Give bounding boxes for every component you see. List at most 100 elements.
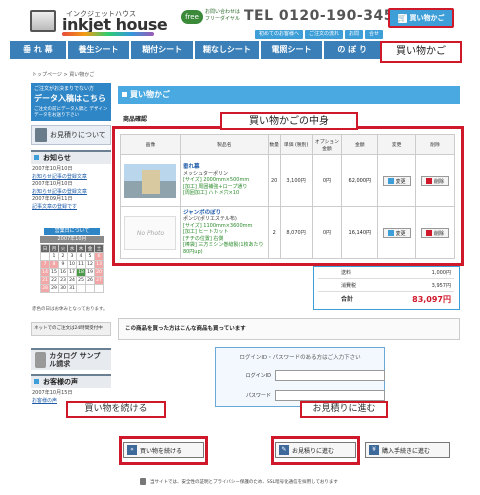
phone-number: TEL 0120-190-345: [244, 8, 394, 24]
calendar-month: 2007年10月: [40, 236, 104, 243]
product-thumbnail[interactable]: [124, 163, 177, 198]
cart-annotation: 買い物かご: [380, 41, 462, 63]
cal-cell: 30: [58, 284, 68, 293]
col-header-edit: 変更: [377, 134, 417, 155]
cal-cell: 9: [58, 260, 68, 269]
nav-tare-maku[interactable]: 垂 れ 幕: [10, 41, 66, 59]
product-spec: [棒袋] 三方ミシン巻縫製(1枚あたり80円up): [182, 242, 264, 255]
cal-cell: 7: [40, 260, 50, 269]
cal-cell: 25: [76, 276, 86, 285]
qty-cell: 2: [267, 206, 281, 259]
x-icon: [426, 230, 433, 236]
nav-nobori[interactable]: の ぼ り: [324, 41, 381, 59]
qty-cell: 20: [267, 154, 281, 207]
cal-cell: 11: [76, 260, 86, 269]
order-24h-banner[interactable]: ネットでのご注文は24時間受付中: [31, 322, 111, 336]
logo-icon[interactable]: [30, 10, 56, 32]
lock-icon: [140, 478, 146, 485]
cal-day-header: 月: [49, 244, 59, 253]
tax-value: 3,957円: [431, 283, 451, 289]
cart-header-button[interactable]: 🛒 買い物かご: [388, 8, 454, 28]
continue-shopping-label: 買い物を続ける: [140, 447, 183, 455]
cal-cell: 6: [94, 252, 104, 261]
total-row: 合計 83,097円: [318, 294, 454, 305]
also-bought-heading: この商品を買った方はこんな商品も買っています: [118, 318, 460, 340]
news-link[interactable]: お知らせ記事の登録文章: [32, 174, 112, 182]
banner-line3: ご注文の前にデータ入稿と デザインデータをお送り下さい: [34, 107, 108, 118]
cal-cell: 5: [85, 252, 95, 261]
quote-info-link[interactable]: お見積りについて: [31, 125, 111, 145]
proceed-quote-button[interactable]: ✎ お見積りに進む: [275, 442, 356, 458]
shipping-value: 1,000円: [431, 270, 451, 276]
total-label: 合計: [341, 296, 354, 303]
page-title: 買い物かご: [118, 86, 460, 104]
continue-shopping-annotation: 買い物を続ける: [66, 401, 166, 418]
continue-shopping-button[interactable]: « 買い物を続ける: [123, 442, 204, 458]
password-input[interactable]: [275, 389, 385, 401]
news-link[interactable]: お知らせ記事の登録文章: [32, 189, 112, 197]
nav-densho-sheet[interactable]: 電照シート: [260, 41, 323, 59]
cal-cell: 16: [58, 268, 68, 277]
news-date: 2007年10月10日: [32, 166, 73, 172]
business-calendar: 日 月 火 水 木 金 土 1 2 3 4 5 6 7 8 9 10 11 12…: [40, 244, 104, 293]
cal-cell: 17: [67, 268, 77, 277]
phone-label-line1: お問い合わせは: [205, 9, 241, 15]
cal-cell: 4: [76, 252, 86, 261]
cal-cell: 8: [49, 260, 59, 269]
quote-info-label: お見積りについて: [50, 131, 106, 139]
cal-cell: 29: [49, 284, 59, 293]
checkout-button[interactable]: ¥ 購入手続きに進む: [365, 442, 450, 458]
nav-norituke-sheet[interactable]: 糊付シート: [131, 41, 194, 59]
sublink-contact-2[interactable]: 合せ: [365, 30, 384, 39]
catalog-request-link[interactable]: カタログ サンプル請求: [31, 348, 111, 370]
edit-label: 変更: [395, 178, 406, 185]
table-row: 垂れ幕 メッシュターポリン [サイズ] 2000mm×500mm [加工] 周囲…: [120, 154, 455, 207]
amount-cell: 62,000円: [341, 154, 379, 207]
delete-button[interactable]: 削除: [421, 227, 450, 238]
free-dial-icon: free: [181, 10, 203, 24]
sublink-order-flow[interactable]: ご注文の流れ: [305, 30, 344, 39]
edit-button[interactable]: 変更: [382, 227, 411, 238]
shipping-label: 送料: [341, 270, 352, 276]
cal-cell: 12: [85, 260, 95, 269]
yen-icon: ¥: [369, 445, 379, 455]
cal-cell: 22: [49, 276, 59, 285]
header-sublinks: 初めてのお客様へ ご注文の流れ お問 合せ: [255, 30, 384, 39]
amount-cell: 16,140円: [341, 206, 379, 259]
unit-price-cell: 8,070円: [279, 206, 313, 259]
cal-cell: 10: [67, 260, 77, 269]
edit-button[interactable]: 変更: [382, 175, 411, 186]
cal-cell: 23: [58, 276, 68, 285]
data-upload-banner[interactable]: ご注文がお決まりでない方 データ入稿はこちら ご注文の前にデータ入稿と デザイン…: [31, 83, 111, 121]
cal-cell: 28: [40, 284, 50, 293]
news-link[interactable]: 記事文章の登録です: [32, 204, 112, 212]
col-header-delete: 削除: [415, 134, 455, 155]
sublink-contact-1[interactable]: お問: [345, 30, 364, 39]
col-header-image: 画像: [120, 134, 181, 155]
cal-cell: [40, 252, 50, 261]
login-title: ログインID・パスワードのある方はご入力下さい: [239, 355, 361, 361]
product-thumbnail[interactable]: No Photo: [124, 215, 177, 250]
delete-button[interactable]: 削除: [421, 175, 450, 186]
cal-cell: 18: [76, 268, 86, 277]
cal-cell: 14: [40, 268, 50, 277]
option-price-cell: 0円: [311, 206, 343, 259]
cal-cell: 27: [94, 276, 104, 285]
news-list: 2007年10月10日 お知らせ記事の登録文章 2007年10月10日 お知らせ…: [32, 166, 112, 211]
double-chevron-left-icon: «: [127, 445, 137, 455]
main-nav: 垂 れ 幕 養生シート 糊付シート 糊なしシート 電照シート の ぼ り: [10, 41, 381, 59]
nav-yojo-sheet[interactable]: 養生シート: [67, 41, 130, 59]
login-id-input[interactable]: [275, 369, 385, 381]
sublink-first-time[interactable]: 初めてのお客様へ: [255, 30, 304, 39]
x-icon: [426, 178, 433, 184]
voice-heading: お客様の声: [31, 374, 111, 388]
news-date: 2007年10月10日: [32, 181, 73, 187]
breadcrumb[interactable]: トップページ > 買い物かご: [32, 71, 94, 78]
phone-label: お問い合わせは フリーダイヤル: [205, 9, 240, 23]
password-label: パスワード: [245, 392, 271, 399]
login-id-row: ログインID: [235, 369, 385, 381]
nav-norinashi-sheet[interactable]: 糊なしシート: [195, 41, 259, 59]
col-header-unit: 単価 (税別): [279, 134, 313, 155]
option-price-cell: 0円: [311, 154, 343, 207]
col-header-option: オプション 金額: [311, 134, 343, 155]
